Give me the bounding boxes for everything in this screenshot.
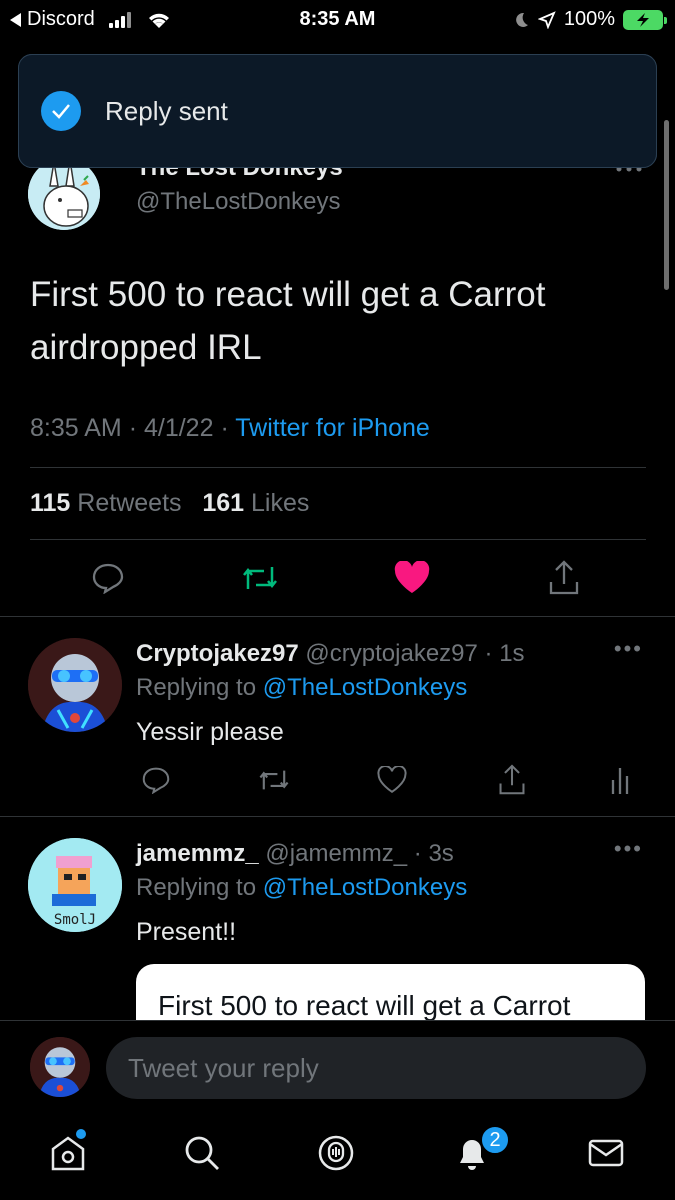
- likes-stat[interactable]: 161 Likes: [202, 489, 309, 517]
- share-icon[interactable]: [544, 558, 584, 598]
- replying-to-link[interactable]: @TheLostDonkeys: [263, 674, 467, 701]
- replying-to-link[interactable]: @TheLostDonkeys: [263, 874, 467, 901]
- replying-to: Replying to @TheLostDonkeys: [136, 874, 468, 901]
- reply-text: Yessir please: [136, 718, 284, 746]
- reply-icon[interactable]: [136, 760, 176, 800]
- divider: [30, 467, 646, 468]
- reply-header: jamemmz_ @jamemmz_ · 3s: [136, 840, 454, 868]
- retweet-icon[interactable]: [240, 558, 280, 598]
- avatar-text: SmolJ: [54, 912, 96, 928]
- divider: [0, 616, 675, 617]
- reply-avatar[interactable]: SmolJ: [28, 838, 122, 932]
- tweet-date: 4/1/22: [143, 414, 214, 442]
- reply-icon[interactable]: [88, 558, 128, 598]
- reply-header: Cryptojakez97 @cryptojakez97 · 1s: [136, 640, 525, 668]
- home-unread-dot: [76, 1129, 86, 1139]
- reply-time: · 3s: [413, 840, 454, 867]
- more-options-icon[interactable]: •••: [614, 836, 643, 862]
- divider: [0, 816, 675, 817]
- reply-time: · 1s: [484, 640, 525, 667]
- reply-actions: [136, 760, 636, 796]
- tweet-stats: 115 Retweets 161 Likes: [30, 489, 309, 518]
- reply-author-handle[interactable]: @jamemmz_: [265, 840, 407, 867]
- author-avatar[interactable]: [28, 158, 100, 230]
- reply-author-name[interactable]: Cryptojakez97: [136, 640, 299, 667]
- battery-percent: 100%: [563, 8, 615, 30]
- checkmark-icon: [41, 91, 81, 131]
- retweet-icon[interactable]: [254, 760, 294, 800]
- notifications-badge: 2: [480, 1125, 510, 1155]
- location-arrow-icon: [537, 10, 556, 29]
- reply-composer: Tweet your reply: [0, 1020, 675, 1115]
- battery-charging-icon: [623, 9, 667, 30]
- reply-author-name[interactable]: jamemmz_: [136, 840, 259, 867]
- do-not-disturb-moon-icon: [515, 12, 528, 27]
- like-heart-icon[interactable]: [372, 760, 412, 800]
- reply-text: Present!!: [136, 918, 237, 946]
- tweet-text: First 500 to react will get a Carrot air…: [30, 275, 546, 367]
- scrollbar[interactable]: [664, 120, 669, 290]
- replying-to: Replying to @TheLostDonkeys: [136, 674, 468, 701]
- my-avatar[interactable]: [30, 1037, 90, 1097]
- reply-author-handle[interactable]: @cryptojakez97: [305, 640, 477, 667]
- tab-bar: 2: [0, 1115, 675, 1200]
- status-bar: Discord 8:35 AM 100%: [0, 0, 675, 40]
- tweet-source-link[interactable]: Twitter for iPhone: [235, 414, 430, 442]
- tweet-actions: [88, 558, 588, 598]
- search-icon[interactable]: [180, 1131, 224, 1175]
- share-icon[interactable]: [492, 760, 532, 800]
- messages-envelope-icon[interactable]: [584, 1131, 628, 1175]
- more-options-icon[interactable]: •••: [614, 636, 643, 662]
- reply-avatar[interactable]: [28, 638, 122, 732]
- toast-text: Reply sent: [105, 95, 228, 126]
- divider: [30, 539, 646, 540]
- author-handle[interactable]: @TheLostDonkeys: [136, 188, 340, 216]
- tweet-meta: 8:35 AM · 4/1/22 · Twitter for iPhone: [30, 414, 430, 442]
- spaces-icon[interactable]: [314, 1131, 358, 1175]
- retweets-stat[interactable]: 115 Retweets: [30, 489, 182, 517]
- like-heart-icon[interactable]: [392, 558, 432, 598]
- tweet-time: 8:35 AM: [30, 414, 122, 442]
- analytics-icon[interactable]: [600, 760, 640, 800]
- reply-input[interactable]: Tweet your reply: [106, 1037, 646, 1099]
- reply-sent-toast-overlay: Reply sent: [18, 54, 657, 168]
